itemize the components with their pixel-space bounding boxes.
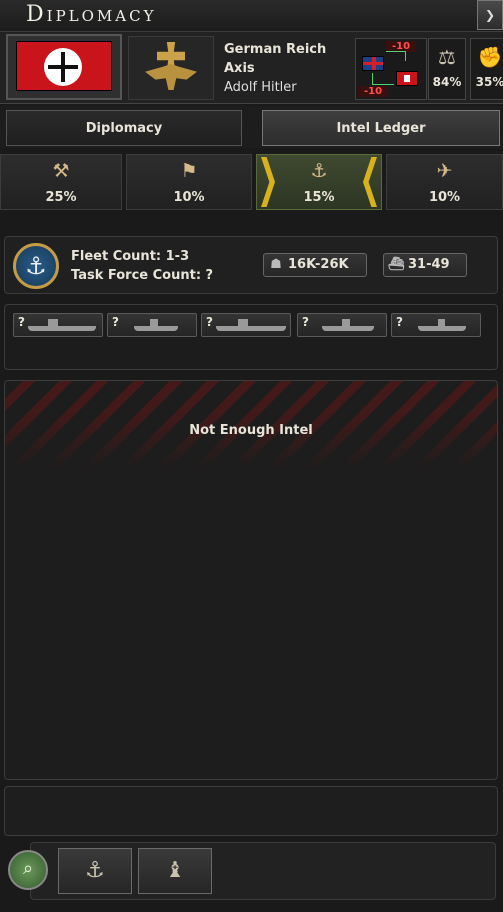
arrow-icon xyxy=(386,51,406,61)
ship-slot-submarine[interactable]: ? xyxy=(391,313,481,337)
anchor-icon: ⚓ xyxy=(85,858,105,883)
opinion-bottom-value: -10 xyxy=(358,86,389,97)
manpower-value: 16K-26K xyxy=(288,257,349,272)
unknown-count: ? xyxy=(206,315,213,329)
cruiser-icon xyxy=(216,326,286,331)
intel-value: 25% xyxy=(45,190,77,205)
ship-slot-carrier[interactable]: ? xyxy=(107,313,197,337)
ship-slot-battleship[interactable]: ? xyxy=(13,313,103,337)
not-enough-intel-message: Not Enough Intel xyxy=(189,423,313,438)
uk-flag-icon xyxy=(362,56,384,71)
intel-air[interactable]: ✈ 10% xyxy=(386,154,503,210)
battleship-icon: ⛴ xyxy=(387,257,405,272)
intel-lens-icon[interactable]: ⌕ xyxy=(8,850,48,890)
intel-categories: ⚒ 25% ⚑ 10% ⚓ 15% ✈ 10% xyxy=(0,154,503,212)
ship-count-value: 31-49 xyxy=(408,257,450,272)
manpower-pill[interactable]: ☗ 16K-26K xyxy=(263,253,367,277)
tab-bar: Diplomacy Intel Ledger xyxy=(0,106,503,148)
country-faction: Axis xyxy=(224,61,255,76)
ship-tower xyxy=(438,319,445,327)
unknown-count: ? xyxy=(112,315,119,329)
tab-intel-ledger[interactable]: Intel Ledger xyxy=(262,110,500,146)
fleet-counts: Fleet Count: 1-3 Task Force Count: ? xyxy=(71,247,213,285)
unknown-count: ? xyxy=(18,315,25,329)
stat-value: 84% xyxy=(432,75,462,89)
ship-tower xyxy=(150,319,158,327)
stat-tension[interactable]: ⚖ 84% xyxy=(428,38,466,100)
battleship-icon xyxy=(28,326,96,331)
stat-value: 35% xyxy=(475,75,503,89)
chess-pieces-icon: ♝ xyxy=(165,858,185,883)
country-info: German Reich Axis Adolf Hitler xyxy=(224,40,326,97)
intel-value: 10% xyxy=(173,190,205,205)
ship-tower xyxy=(238,319,248,327)
intel-value: 10% xyxy=(428,190,461,205)
ship-tower xyxy=(48,319,58,327)
arrow-icon xyxy=(372,73,394,85)
arm-icon: ✊ xyxy=(477,45,503,69)
info-bar xyxy=(4,786,498,836)
ship-count-pill[interactable]: ⛴ 31-49 xyxy=(383,253,467,277)
country-name: German Reich xyxy=(224,42,327,57)
ship-types-panel: ? ? ? ? ? xyxy=(4,304,498,370)
german-flag-icon xyxy=(396,71,418,86)
intel-value: 15% xyxy=(303,190,335,205)
unknown-count: ? xyxy=(396,315,403,329)
fleet-summary: ⚓ Fleet Count: 1-3 Task Force Count: ? ☗… xyxy=(4,236,498,294)
intel-details-panel: Not Enough Intel xyxy=(4,380,498,780)
army-intel-icon: ⚑ xyxy=(180,160,198,182)
faction-emblem[interactable] xyxy=(128,36,214,100)
ship-tower xyxy=(342,319,350,327)
scales-icon: ⚖ xyxy=(438,45,456,69)
intel-navy[interactable]: ⚓ 15% xyxy=(256,154,382,210)
intel-army[interactable]: ⚑ 10% xyxy=(126,154,252,210)
strategy-view-button[interactable]: ♝ xyxy=(138,848,212,894)
air-intel-icon: ✈ xyxy=(436,160,453,182)
country-header: German Reich Axis Adolf Hitler -10 -10 ⚖… xyxy=(0,32,503,104)
civilian-intel-icon: ⚒ xyxy=(52,160,70,182)
intel-civilian[interactable]: ⚒ 25% xyxy=(0,154,122,210)
title-bar: Diplomacy ❯ xyxy=(0,0,503,32)
unknown-count: ? xyxy=(302,315,309,329)
task-force-count: Task Force Count: ? xyxy=(71,268,214,283)
navy-medal-icon: ⚓ xyxy=(13,243,59,289)
window-title: Diplomacy xyxy=(26,2,157,27)
country-flag xyxy=(16,41,112,91)
ship-slot-cruiser[interactable]: ? xyxy=(201,313,291,337)
tab-diplomacy[interactable]: Diplomacy xyxy=(6,110,242,146)
collapse-button[interactable]: ❯ xyxy=(477,0,503,30)
navy-view-button[interactable]: ⚓ xyxy=(58,848,132,894)
flag-frame[interactable] xyxy=(6,34,122,100)
relation-opinion[interactable]: -10 -10 xyxy=(355,38,427,100)
navy-intel-icon: ⚓ xyxy=(310,160,328,182)
fleet-count: Fleet Count: 1-3 xyxy=(71,249,190,264)
iron-cross-eagle-icon xyxy=(143,40,199,96)
stat-support[interactable]: ✊ 35% xyxy=(470,38,503,100)
ship-slot-destroyer[interactable]: ? xyxy=(297,313,387,337)
country-leader: Adolf Hitler xyxy=(224,80,297,95)
manpower-icon: ☗ xyxy=(270,257,282,272)
